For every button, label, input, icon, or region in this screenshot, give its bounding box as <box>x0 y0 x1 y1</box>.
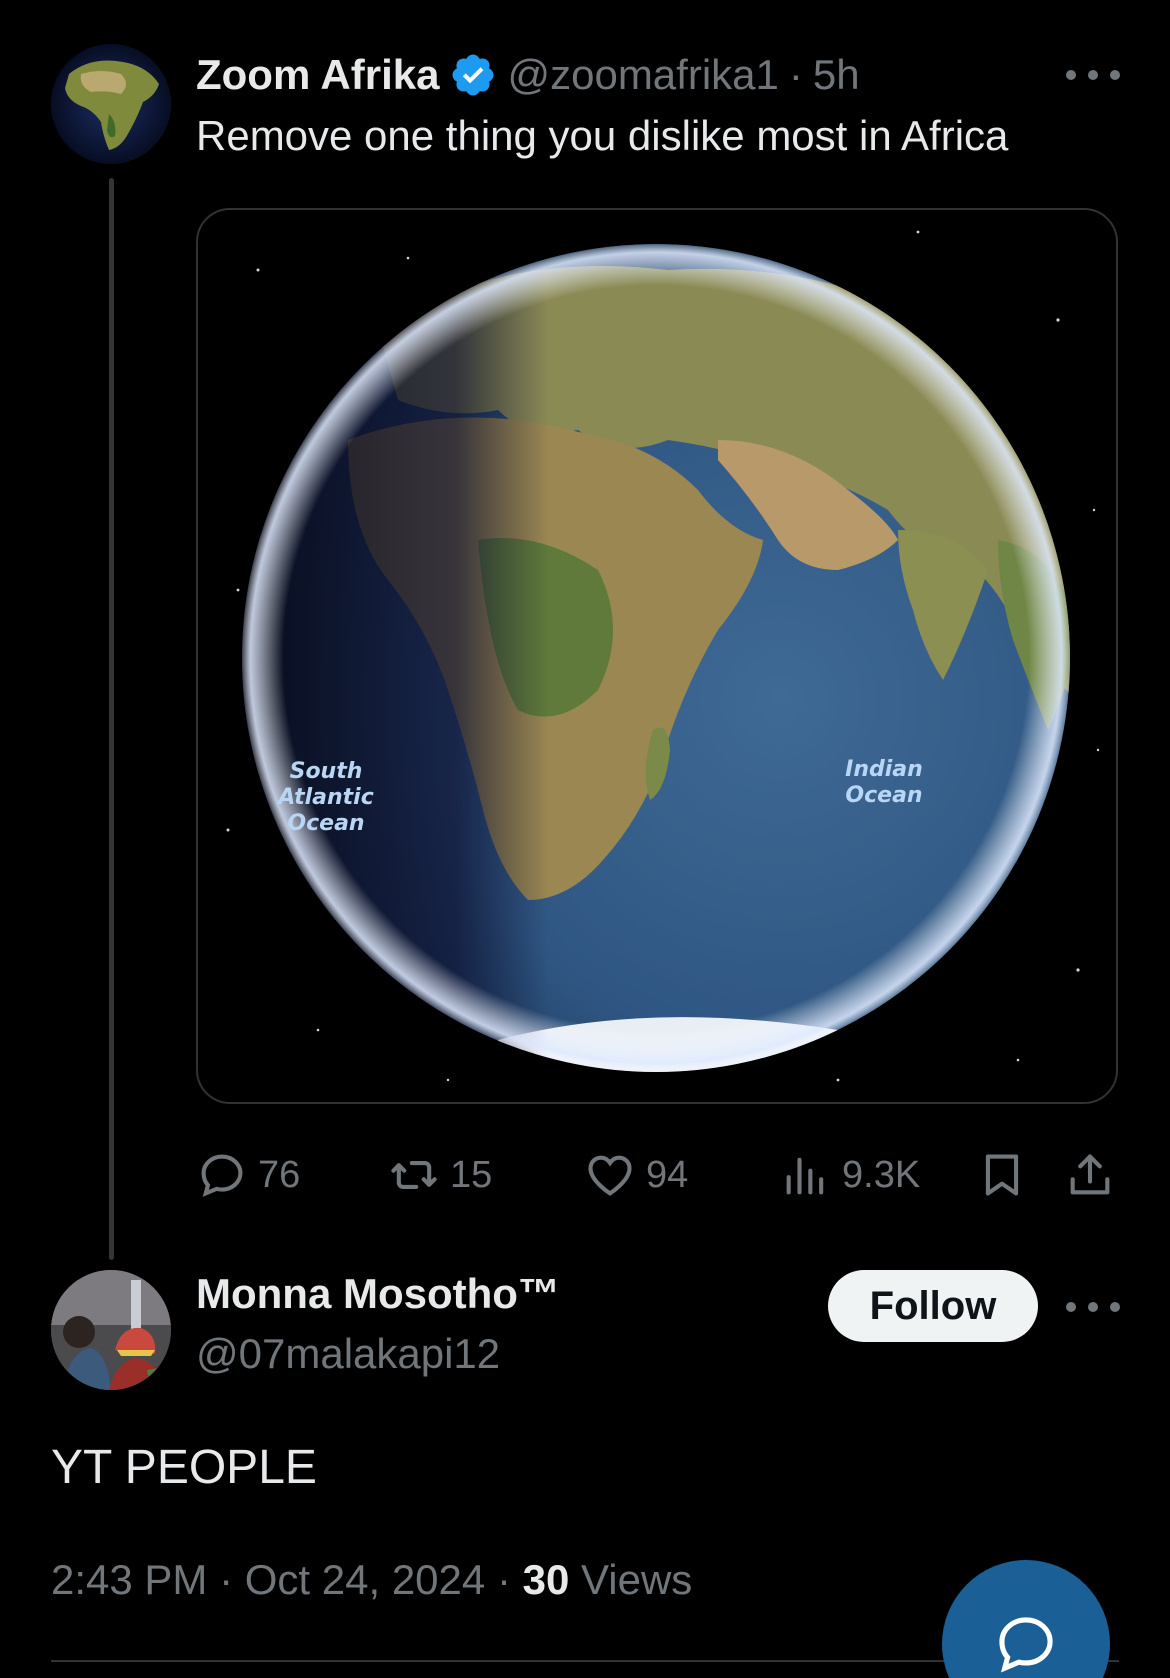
reply-time[interactable]: 2:43 PM <box>51 1556 207 1603</box>
more-icon[interactable] <box>1066 60 1120 90</box>
like-count: 94 <box>646 1153 689 1196</box>
separator-dot: · <box>496 1556 511 1603</box>
follow-button[interactable]: Follow <box>828 1270 1038 1342</box>
label-south-atlantic-1: South <box>290 759 363 784</box>
reply-views-count[interactable]: 30 <box>523 1556 570 1603</box>
compose-reply-icon <box>999 1617 1053 1673</box>
bookmark-button[interactable] <box>976 1140 1028 1210</box>
avatar[interactable] <box>51 1270 171 1390</box>
reply-meta: 2:43 PM · Oct 24, 2024 · 30 Views <box>51 1556 692 1604</box>
avatar-globe-image <box>51 44 171 164</box>
avatar[interactable] <box>51 44 171 164</box>
like-icon <box>588 1155 632 1196</box>
share-button[interactable] <box>1064 1140 1116 1210</box>
reply-views-label[interactable]: Views <box>581 1556 692 1603</box>
compose-reply-button[interactable] <box>942 1560 1110 1678</box>
avatar-photo-image <box>51 1270 171 1390</box>
label-indian-2: Ocean <box>845 783 922 808</box>
label-indian-1: Indian <box>845 757 923 782</box>
earth-globe-image: South Atlantic Ocean Indian Ocean <box>226 230 1100 1082</box>
author-name[interactable]: Zoom Afrika <box>196 51 439 99</box>
verified-badge-icon[interactable] <box>449 51 497 99</box>
repost-icon <box>391 1161 437 1189</box>
more-icon[interactable] <box>1066 1292 1120 1322</box>
reply-button[interactable]: 76 <box>196 1140 300 1210</box>
tweet-actions-bar: 76 15 94 9.3K <box>196 1140 1118 1210</box>
reply-author-handle[interactable]: @07malakapi12 <box>196 1330 500 1378</box>
views-icon <box>786 1157 824 1195</box>
repost-count: 15 <box>450 1153 493 1196</box>
reply-icon <box>201 1154 243 1197</box>
reply-count: 76 <box>258 1153 301 1196</box>
reply-author-name[interactable]: Monna Mosotho™ <box>196 1270 560 1318</box>
tweet-timestamp[interactable]: 5h <box>813 51 860 99</box>
views-count: 9.3K <box>842 1153 921 1196</box>
tweet-media-image[interactable]: South Atlantic Ocean Indian Ocean <box>196 208 1118 1104</box>
label-south-atlantic-3: Ocean <box>287 811 364 836</box>
share-icon <box>1070 1154 1110 1195</box>
bookmark-icon <box>985 1154 1019 1196</box>
reply-text: YT PEOPLE <box>51 1441 317 1494</box>
author-handle[interactable]: @zoomafrika1 <box>507 51 778 99</box>
separator-dot: · <box>788 51 803 98</box>
thread-connector-line <box>109 178 114 1260</box>
tweet-thread-page: Zoom Afrika @zoomafrika1 · 5h Remove one… <box>0 0 1170 1678</box>
separator-dot: · <box>219 1556 234 1603</box>
views-button[interactable]: 9.3K <box>780 1140 920 1210</box>
reply-date[interactable]: Oct 24, 2024 <box>245 1556 486 1603</box>
label-south-atlantic-2: Atlantic <box>276 785 374 810</box>
repost-button[interactable]: 15 <box>388 1140 492 1210</box>
tweet-text: Remove one thing you dislike most in Afr… <box>196 112 1009 159</box>
like-button[interactable]: 94 <box>584 1140 688 1210</box>
tweet-header: Zoom Afrika @zoomafrika1 · 5h <box>196 45 860 105</box>
